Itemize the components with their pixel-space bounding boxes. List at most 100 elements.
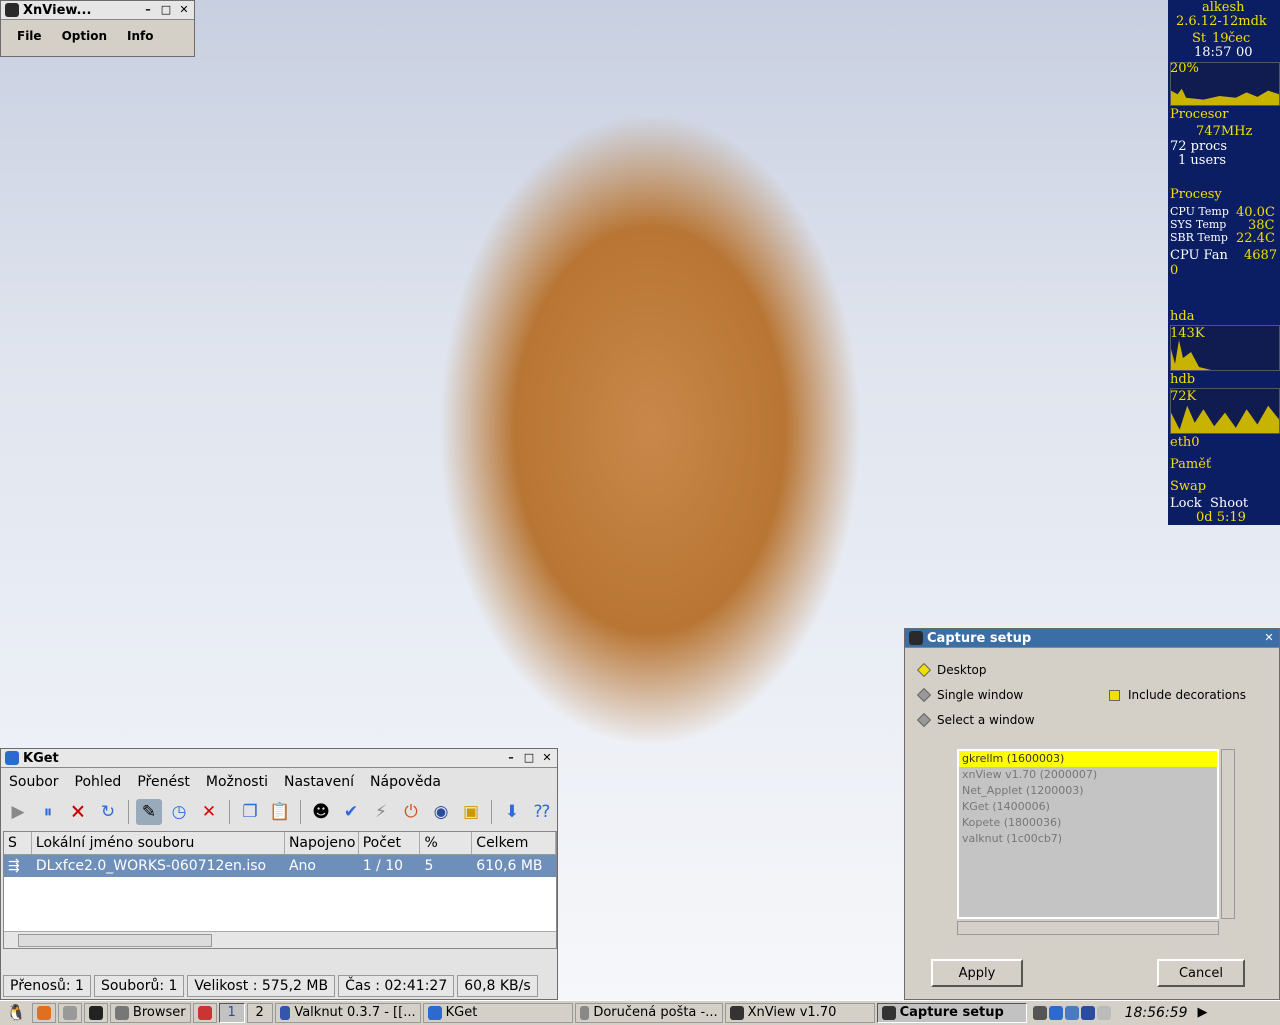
menu-info[interactable]: Info	[127, 29, 153, 43]
desktop-radio[interactable]: Desktop	[916, 662, 987, 678]
remove-icon[interactable]: ✕	[196, 799, 222, 825]
download-arrow-icon	[427, 1006, 442, 1020]
kget-doc-icon[interactable]: ▣	[458, 799, 484, 825]
radio-icon	[916, 687, 932, 703]
task-kget[interactable]: KGet	[422, 1003, 573, 1023]
menu-prenest[interactable]: Přenést	[137, 771, 190, 793]
window-list[interactable]: gkrellm (1600003) xnView v1.70 (2000007)…	[957, 749, 1219, 919]
download-arrow-icon	[5, 751, 19, 765]
count-value: 1 / 10	[362, 858, 404, 874]
column-header[interactable]: %	[420, 832, 473, 854]
transfer-list[interactable]: S Lokální jméno souboru Napojeno Počet %…	[3, 831, 557, 949]
desktop-1-button[interactable]: 1	[218, 1003, 245, 1023]
globe-icon[interactable]: ◉	[428, 799, 454, 825]
fan-zero: 0	[1170, 263, 1179, 278]
pause-icon[interactable]: ⏸	[35, 799, 61, 825]
minimize-button[interactable]: –	[140, 3, 156, 17]
tray-tool-icon[interactable]	[1032, 1006, 1047, 1020]
horizontal-scrollbar[interactable]	[957, 921, 1219, 935]
tray-mail-icon[interactable]	[1096, 1006, 1111, 1020]
check-icon[interactable]: ✔	[338, 799, 364, 825]
scrollbar-thumb[interactable]	[18, 934, 212, 947]
list-item[interactable]: Kopete (1800036)	[959, 815, 1217, 831]
tray-kopete-icon[interactable]	[1080, 1006, 1095, 1020]
table-row[interactable]: ⇶ DLxfce2.0_WORKS-060712en.iso Ano 1 / 1…	[4, 855, 556, 877]
xnview-titlebar[interactable]: XnView... – □ ✕	[1, 1, 194, 20]
maximize-button[interactable]: □	[521, 751, 537, 765]
list-item[interactable]: Net_Applet (1200003)	[959, 783, 1217, 799]
penguin-icon[interactable]: ☻	[308, 799, 334, 825]
task-mail[interactable]: Doručená pošta -...	[574, 1003, 723, 1023]
mail-icon[interactable]	[192, 1003, 217, 1023]
apply-button[interactable]: Apply	[931, 959, 1023, 987]
size-status: Velikost : 575,2 MB	[187, 975, 336, 997]
window-list-icon[interactable]	[57, 1003, 82, 1023]
resume-icon[interactable]: ▶	[5, 799, 31, 825]
start-menu-penguin-icon[interactable]: 🐧	[2, 1003, 30, 1023]
edit-icon[interactable]: ✎	[136, 799, 162, 825]
column-header[interactable]: Napojeno	[285, 832, 359, 854]
copy-icon[interactable]: ❐	[237, 799, 263, 825]
list-item[interactable]: xnView v1.70 (2000007)	[959, 767, 1217, 783]
kget-titlebar[interactable]: KGet – □ ✕	[1, 749, 557, 768]
menu-option[interactable]: Option	[62, 29, 107, 43]
list-item[interactable]: KGet (1400006)	[959, 799, 1217, 815]
list-item[interactable]: valknut (1c00cb7)	[959, 831, 1217, 847]
vertical-scrollbar[interactable]	[1221, 749, 1235, 919]
menu-pohled[interactable]: Pohled	[75, 771, 122, 793]
kernel-version: 2.6.12-12mdk	[1176, 14, 1267, 29]
menu-moznosti[interactable]: Možnosti	[206, 771, 268, 793]
task-valknut[interactable]: Valknut 0.3.7 - [[...	[274, 1003, 421, 1023]
menu-nastaveni[interactable]: Nastavení	[284, 771, 354, 793]
delete-file-icon[interactable]: 🗙	[65, 799, 91, 825]
maximize-button[interactable]: □	[158, 3, 174, 17]
menu-napoveda[interactable]: Nápověda	[370, 771, 441, 793]
lock-button[interactable]: Lock	[1170, 496, 1202, 511]
column-header[interactable]: Počet	[359, 832, 421, 854]
column-header[interactable]: Celkem	[472, 832, 556, 854]
terminal-icon[interactable]	[83, 1003, 108, 1023]
penguin-icon	[729, 1006, 744, 1020]
tray-kget-icon[interactable]	[1048, 1006, 1063, 1020]
restart-icon[interactable]: ↻	[95, 799, 121, 825]
capture-titlebar[interactable]: Capture setup ✕	[905, 629, 1279, 648]
menu-soubor[interactable]: Soubor	[9, 771, 59, 793]
status-bar: Přenosů: 1 Souborů: 1 Velikost : 575,2 M…	[3, 975, 538, 997]
clock-icon[interactable]: ◷	[166, 799, 192, 825]
browser-launcher[interactable]: Browser	[109, 1003, 191, 1023]
select-window-radio[interactable]: Select a window	[916, 712, 1035, 728]
panel-arrow-icon[interactable]: ▶	[1193, 1003, 1212, 1023]
minimize-button[interactable]: –	[503, 751, 519, 765]
cpu-frequency: 747MHz	[1196, 124, 1253, 139]
fan-speed: 4687	[1244, 248, 1278, 263]
cancel-button[interactable]: Cancel	[1157, 959, 1245, 987]
time-status: Čas : 02:41:27	[338, 975, 455, 997]
close-button[interactable]: ✕	[539, 751, 555, 765]
firefox-launcher-icon[interactable]	[31, 1003, 56, 1023]
window-title: KGet	[23, 750, 59, 766]
status-icon: ⇶	[8, 858, 20, 874]
column-header[interactable]: Lokální jméno souboru	[32, 832, 285, 854]
task-capture-setup[interactable]: Capture setup	[876, 1003, 1027, 1023]
paste-icon[interactable]: 📋	[267, 799, 293, 825]
connected-value: Ano	[288, 858, 316, 874]
column-header[interactable]: S	[4, 832, 32, 854]
menu-file[interactable]: File	[17, 29, 42, 43]
task-xnview[interactable]: XnView v1.70	[724, 1003, 875, 1023]
tray-network-icon[interactable]	[1064, 1006, 1079, 1020]
close-button[interactable]: ✕	[1261, 631, 1277, 645]
help-pointer-icon[interactable]: ⁇	[529, 799, 555, 825]
clock[interactable]: 18:56:59	[1120, 1003, 1192, 1023]
power-icon[interactable]: ⏻	[398, 799, 424, 825]
offline-icon[interactable]: ⚡	[368, 799, 394, 825]
include-decorations-checkbox[interactable]: Include decorations	[1109, 688, 1246, 702]
shoot-button[interactable]: Shoot	[1210, 496, 1248, 511]
kget-window: KGet – □ ✕ Soubor Pohled Přenést Možnost…	[0, 748, 558, 1000]
sbr-temp-label: SBR Temp	[1170, 231, 1228, 244]
list-item[interactable]: gkrellm (1600003)	[959, 751, 1217, 767]
desktop-2-button[interactable]: 2	[246, 1003, 273, 1023]
horizontal-scrollbar[interactable]	[4, 931, 556, 948]
download-icon[interactable]: ⬇	[499, 799, 525, 825]
close-button[interactable]: ✕	[176, 3, 192, 17]
single-window-radio[interactable]: Single window	[916, 687, 1023, 703]
